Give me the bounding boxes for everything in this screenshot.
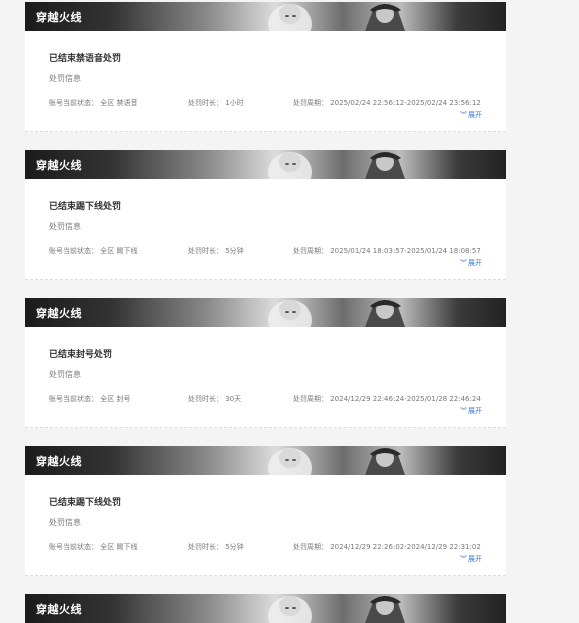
punishment-duration-text: 处罚时长： 5分钟 (188, 247, 244, 255)
punishment-period-text: 处罚周期： 2024/12/29 22:46:24-2025/01/28 22:… (293, 395, 481, 403)
punishment-status-title: 已结束踢下线处罚 (49, 498, 122, 508)
game-banner: 穿越火线 (25, 2, 506, 31)
expand-label: 展开 (468, 259, 482, 267)
punishment-period-text: 处罚周期： 2025/01/24 18:03:57-2025/01/24 18:… (293, 247, 481, 255)
card-body: 已结束踢下线处罚 处罚信息 账号当前状态： 全区 踢下线 处罚时长： 5分钟 处… (25, 179, 506, 280)
punishment-period-text: 处罚周期： 2025/02/24 22:56:12-2025/02/24 23:… (293, 99, 481, 107)
character-art (268, 448, 405, 475)
expand-button[interactable]: ︾展开 (460, 110, 482, 120)
double-chevron-down-icon: ︾ (460, 555, 467, 563)
punishment-status-title: 已结束封号处罚 (49, 350, 113, 360)
punishment-status-title: 已结束禁语音处罚 (49, 54, 122, 64)
expand-label: 展开 (468, 555, 482, 563)
character-art (268, 4, 405, 31)
expand-button[interactable]: ︾展开 (460, 258, 482, 268)
game-title: 穿越火线 (36, 455, 82, 468)
punishment-info-label: 处罚信息 (49, 74, 81, 83)
punishment-status-title: 已结束踢下线处罚 (49, 202, 122, 212)
double-chevron-down-icon: ︾ (460, 407, 467, 415)
punishment-info-label: 处罚信息 (49, 222, 81, 231)
punishment-duration-text: 处罚时长： 5分钟 (188, 543, 244, 551)
game-banner: 穿越火线 (25, 150, 506, 179)
card-body: 已结束踢下线处罚 处罚信息 账号当前状态： 全区 踢下线 处罚时长： 5分钟 处… (25, 475, 506, 576)
expand-button[interactable]: ︾展开 (460, 406, 482, 416)
punishment-duration-text: 处罚时长： 30天 (188, 395, 242, 403)
card-body: 已结束封号处罚 处罚信息 账号当前状态： 全区 封号 处罚时长： 30天 处罚周… (25, 327, 506, 428)
double-chevron-down-icon: ︾ (460, 111, 467, 119)
punishment-period-text: 处罚周期： 2024/12/29 22:26:02-2024/12/29 22:… (293, 543, 481, 551)
game-title: 穿越火线 (36, 11, 82, 24)
punishment-duration-text: 处罚时长： 1小时 (188, 99, 244, 107)
game-title: 穿越火线 (36, 603, 82, 616)
punishment-card: 穿越火线 已结束封号处罚 处罚信息 账号当前状态： 全区 封号 处罚时长： 30… (25, 298, 506, 428)
account-state-text: 账号当前状态： 全区 踢下线 (49, 543, 138, 551)
punishment-info-label: 处罚信息 (49, 518, 81, 527)
punishment-info-label: 处罚信息 (49, 370, 81, 379)
game-title: 穿越火线 (36, 307, 82, 320)
double-chevron-down-icon: ︾ (460, 259, 467, 267)
expand-label: 展开 (468, 407, 482, 415)
game-banner: 穿越火线 (25, 446, 506, 475)
game-banner: 穿越火线 (25, 298, 506, 327)
account-state-text: 账号当前状态： 全区 封号 (49, 395, 131, 403)
expand-button[interactable]: ︾展开 (460, 554, 482, 564)
expand-label: 展开 (468, 111, 482, 119)
punishment-card: 穿越火线 已结束踢下线处罚 处罚信息 账号当前状态： 全区 踢下线 处罚时长： … (25, 446, 506, 576)
punishment-card: 穿越火线 已结束禁语音处罚 处罚信息 账号当前状态： 全区 禁语音 处罚时长： … (25, 2, 506, 132)
card-body: 已结束禁语音处罚 处罚信息 账号当前状态： 全区 禁语音 处罚时长： 1小时 处… (25, 31, 506, 132)
account-state-text: 账号当前状态： 全区 踢下线 (49, 247, 138, 255)
punishment-card: 穿越火线 已结束踢下线处罚 处罚信息 账号当前状态： 全区 踢下线 处罚时长： … (25, 150, 506, 280)
character-art (268, 152, 405, 179)
character-art (268, 300, 405, 327)
game-title: 穿越火线 (36, 159, 82, 172)
account-state-text: 账号当前状态： 全区 禁语音 (49, 99, 138, 107)
